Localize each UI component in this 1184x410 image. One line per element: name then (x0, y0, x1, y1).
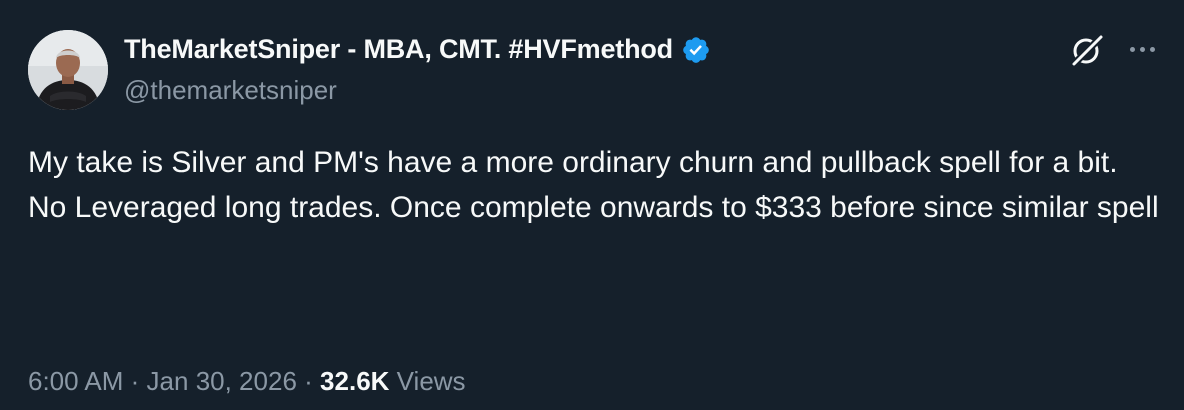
author-handle[interactable]: @themarketsniper (124, 75, 337, 106)
author-display-name[interactable]: TheMarketSniper - MBA, CMT. #HVFmethod (124, 34, 673, 65)
verified-badge-icon[interactable] (681, 35, 711, 65)
tweet-time: 6:00 AM (28, 366, 124, 396)
more-dot (1149, 46, 1155, 52)
more-dot (1129, 46, 1135, 52)
views-count: 32.6K (320, 366, 390, 396)
avatar[interactable] (28, 30, 108, 110)
tweet-text: My take is Silver and PM's have a more o… (28, 140, 1168, 230)
timestamp-link[interactable]: 6:00 AM · Jan 30, 2026 (28, 366, 297, 396)
separator: · (130, 366, 140, 396)
more-icon[interactable] (1124, 34, 1160, 64)
author-name-row: TheMarketSniper - MBA, CMT. #HVFmethod (124, 34, 711, 65)
views-link[interactable]: 32.6K Views (320, 366, 466, 396)
more-dot (1139, 46, 1145, 52)
separator: · (304, 366, 313, 396)
tweet-line: My take is Silver and PM's have a more o… (28, 146, 1118, 179)
tweet-line: No Leveraged long trades. Once complete … (28, 191, 1159, 224)
tweet-date: Jan 30, 2026 (146, 366, 297, 396)
views-label: Views (396, 366, 466, 396)
grok-icon[interactable] (1068, 32, 1106, 70)
tweet-meta: 6:00 AM · Jan 30, 2026 · 32.6K Views (28, 366, 466, 397)
tweet-card: TheMarketSniper - MBA, CMT. #HVFmethod @… (0, 0, 1184, 410)
